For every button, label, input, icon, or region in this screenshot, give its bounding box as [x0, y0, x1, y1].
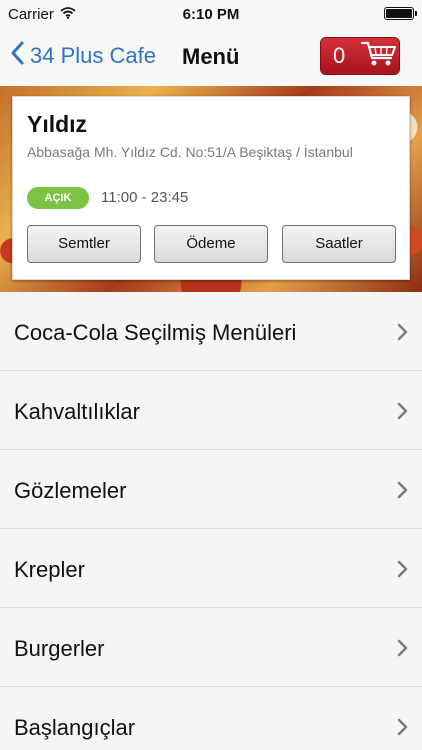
chevron-right-icon [397, 718, 408, 741]
shopping-cart-icon [360, 40, 397, 73]
back-button-label: 34 Plus Cafe [30, 43, 156, 68]
list-item-label: Başlangıçlar [14, 715, 136, 740]
app-screen: Carrier 6:10 PM 34 Plus Cafe Menü 0 Yıld… [0, 0, 422, 750]
chevron-left-icon [10, 41, 30, 71]
list-item[interactable]: Burgerler [0, 608, 422, 687]
list-item-label: Gözlemeler [14, 478, 127, 503]
restaurant-hero-image: Yıldız Abbasağa Mh. Yıldız Cd. No:51/A B… [0, 86, 422, 292]
list-item[interactable]: Coca-Cola Seçilmiş Menüleri [0, 292, 422, 371]
list-item-label: Coca-Cola Seçilmiş Menüleri [14, 320, 297, 345]
list-item[interactable]: Başlangıçlar [0, 687, 422, 750]
list-item[interactable]: Kahvaltılıklar [0, 371, 422, 450]
chevron-right-icon [397, 560, 408, 583]
list-item[interactable]: Krepler [0, 529, 422, 608]
chevron-right-icon [397, 481, 408, 504]
status-badge: AÇIK [27, 187, 89, 209]
menu-category-list: Coca-Cola Seçilmiş Menüleri Kahvaltılıkl… [0, 292, 422, 750]
status-bar: Carrier 6:10 PM [0, 0, 422, 30]
chevron-right-icon [397, 323, 408, 346]
opening-hours: 11:00 - 23:45 [101, 189, 189, 206]
back-button[interactable]: 34 Plus Cafe [10, 40, 156, 72]
page-title: Menü [182, 44, 240, 69]
status-right [384, 7, 417, 20]
list-item[interactable]: Gözlemeler [0, 450, 422, 529]
restaurant-address: Abbasağa Mh. Yıldız Cd. No:51/A Beşiktaş… [27, 144, 353, 160]
battery-icon [384, 7, 417, 20]
status-time: 6:10 PM [182, 6, 240, 23]
navigation-bar: 34 Plus Cafe Menü 0 [0, 30, 422, 86]
payment-button[interactable]: Ödeme [154, 225, 268, 263]
list-item-label: Kahvaltılıklar [14, 399, 140, 424]
battery-level [386, 9, 412, 18]
restaurant-info-card: Yıldız Abbasağa Mh. Yıldız Cd. No:51/A B… [12, 96, 410, 280]
restaurant-name: Yıldız [27, 111, 88, 137]
chevron-right-icon [397, 639, 408, 662]
list-item-label: Burgerler [14, 636, 105, 661]
cart-count: 0 [333, 43, 346, 68]
districts-button[interactable]: Semtler [27, 225, 141, 263]
cart-button[interactable]: 0 [320, 37, 400, 75]
hours-button[interactable]: Saatler [282, 225, 396, 263]
list-item-label: Krepler [14, 557, 85, 582]
chevron-right-icon [397, 402, 408, 425]
